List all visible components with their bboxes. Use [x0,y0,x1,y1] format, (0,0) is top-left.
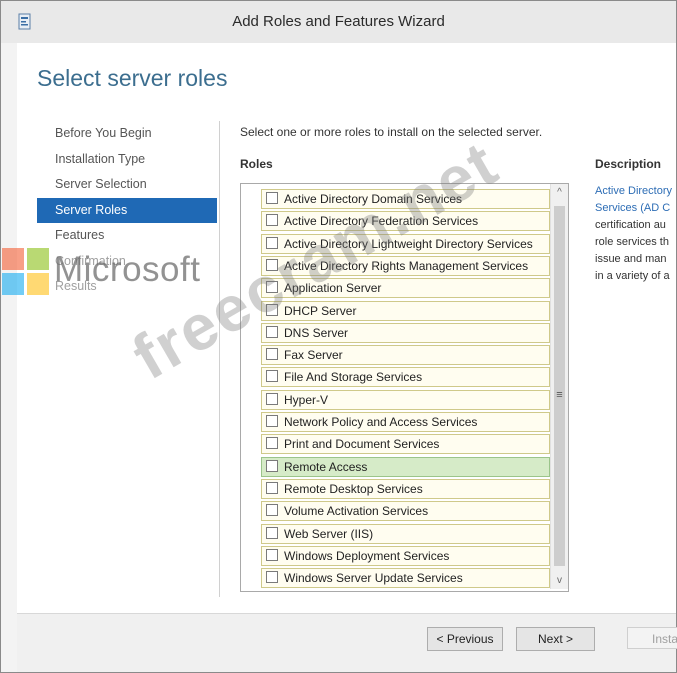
scroll-thumb[interactable] [554,206,565,566]
wizard-client: Select server roles Before You Begin Ins… [17,43,677,672]
role-label: Windows Server Update Services [284,571,463,586]
nav-item-server-roles[interactable]: Server Roles [37,197,217,223]
role-label: Print and Document Services [284,437,440,452]
role-checkbox[interactable] [266,415,278,427]
role-checkbox[interactable] [266,348,278,361]
role-checkbox[interactable] [266,548,278,561]
role-label: Network Policy and Access Services [284,415,478,429]
role-label: Web Server (IIS) [284,526,374,541]
role-checkbox[interactable] [266,571,278,584]
role-item[interactable]: Hyper-V [261,389,550,410]
description-header: Description [595,157,662,171]
role-label: Remote Access [284,459,368,474]
role-checkbox[interactable] [266,370,278,383]
instruction-text: Select one or more roles to install on t… [240,125,543,139]
microsoft-brand-text: Microsoft [54,250,201,289]
nav-item-features[interactable]: Features [17,223,217,249]
page-title: Select server roles [37,65,228,91]
window-title: Add Roles and Features Wizard [232,13,445,30]
nav-item-server-selection[interactable]: Server Selection [17,172,217,198]
roles-header: Roles [240,157,273,171]
next-button[interactable]: Next > [516,627,595,651]
nav-item-before-you-begin[interactable]: Before You Begin [17,121,217,147]
description-line: in a variety of a [595,270,670,282]
role-item[interactable]: Print and Document Services [261,434,550,455]
scroll-down-icon[interactable]: v [551,572,568,589]
role-item[interactable]: Network Policy and Access Services [261,412,550,432]
wizard-footer: < Previous Next > Insta [17,614,677,672]
title-bar: Add Roles and Features Wizard [1,1,676,43]
role-checkbox[interactable] [266,481,278,494]
role-checkbox[interactable] [266,526,278,539]
wizard-window: Add Roles and Features Wizard Select ser… [0,0,677,673]
role-label: Volume Activation Services [284,504,429,519]
nav-divider [219,121,220,597]
role-item[interactable]: Volume Activation Services [261,501,550,522]
role-item[interactable]: Remote Access [261,456,550,477]
scroll-grip-icon: ≡ [556,389,563,401]
description-line: issue and man [595,253,667,265]
description-line[interactable]: Services (AD C [595,200,676,217]
role-item[interactable]: Remote Desktop Services [261,478,550,499]
roles-scrollbar[interactable]: ^ ≡ v [550,184,568,589]
microsoft-logo-icon [0,246,52,298]
role-label: Fax Server [284,348,343,363]
role-label: File And Storage Services [284,370,423,385]
role-label: DNS Server [284,325,349,340]
role-label: Hyper-V [284,392,329,407]
description-line: certification au [595,219,666,231]
role-label: Windows Deployment Services [284,548,450,563]
nav-item-installation-type[interactable]: Installation Type [17,147,217,173]
role-item[interactable]: File And Storage Services [261,367,550,388]
role-checkbox[interactable] [266,504,278,517]
previous-button[interactable]: < Previous [427,627,503,651]
install-button: Insta [627,627,677,649]
role-checkbox[interactable] [266,437,278,450]
role-item[interactable]: Fax Server [261,345,550,366]
role-checkbox[interactable] [266,459,278,472]
description-line[interactable]: Active Directory [595,183,676,200]
description-line: role services th [595,236,669,248]
role-item[interactable]: Windows Deployment Services [261,545,550,566]
role-checkbox[interactable] [266,392,278,405]
role-label: Remote Desktop Services [284,481,423,496]
role-checkbox[interactable] [266,192,278,204]
role-checkbox[interactable] [266,214,278,227]
description-text: Active Directory Services (AD C certific… [595,183,676,293]
role-item[interactable]: DNS Server [261,322,550,343]
role-item[interactable]: Web Server (IIS) [261,523,550,544]
scroll-up-icon[interactable]: ^ [551,184,568,201]
role-item[interactable]: Windows Server Update Services [261,568,550,589]
